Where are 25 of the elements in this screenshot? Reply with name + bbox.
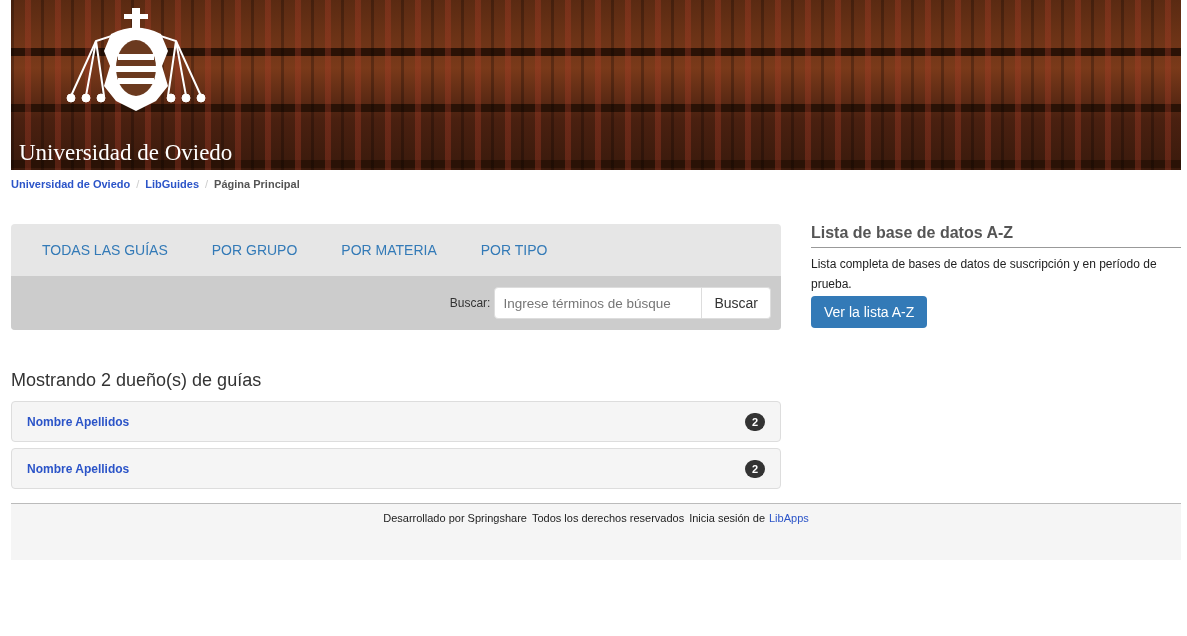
breadcrumb-link[interactable]: Universidad de Oviedo: [11, 178, 131, 190]
search-label: Buscar:: [449, 296, 491, 310]
nav-tab[interactable]: TODAS LAS GUÍAS: [42, 242, 168, 258]
nav-tab[interactable]: POR TIPO: [480, 242, 548, 258]
owner-link[interactable]: Nombre Apellidos: [27, 414, 130, 429]
owners-heading: Mostrando 2 dueño(s) de guías: [11, 370, 263, 391]
footer-text: Todos los derechos reservados: [531, 512, 685, 524]
footer-text: Inicia sesión de: [689, 512, 765, 524]
sidebar-description: Lista completa de bases de datos de suscripción y en período de prueba.: [811, 256, 1158, 293]
search-field[interactable]: Ingrese términos de búsque: [494, 287, 703, 319]
search-button[interactable]: Buscar: [702, 287, 771, 319]
guide-count-badge: 2: [744, 459, 765, 478]
breadcrumb-separator: /: [136, 178, 140, 190]
breadcrumb-link[interactable]: LibGuides: [145, 178, 200, 190]
sidebar-title: Lista de base de datos A-Z: [811, 224, 1181, 248]
nav-tab[interactable]: POR MATERIA: [341, 242, 437, 258]
nav-tab[interactable]: POR GRUPO: [211, 242, 298, 258]
breadcrumb-current: Página Principal: [214, 178, 300, 190]
university-logo-text: Universidad de Oviedo: [19, 140, 233, 166]
owner-link[interactable]: Nombre Apellidos: [27, 461, 130, 476]
guide-count-badge: 2: [744, 412, 765, 431]
breadcrumb-separator: /: [205, 178, 209, 190]
az-list-button[interactable]: Ver la lista A-Z: [811, 296, 928, 328]
footer-text: Desarrollado por Springshare: [383, 512, 527, 524]
libapps-link[interactable]: LibApps: [769, 512, 809, 524]
